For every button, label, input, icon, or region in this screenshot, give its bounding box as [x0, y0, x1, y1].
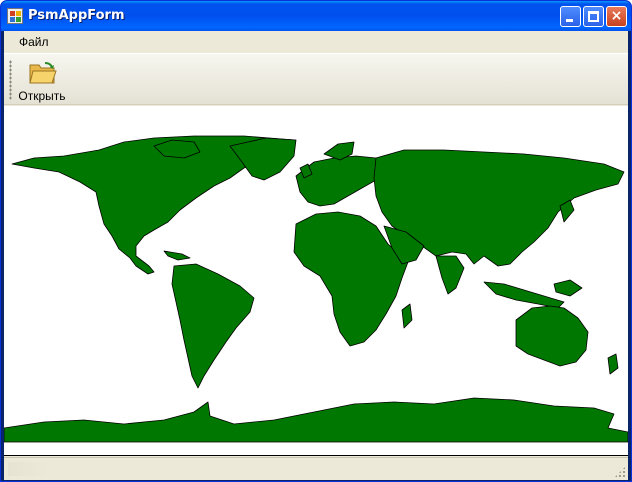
maximize-icon [588, 11, 599, 22]
map-canvas[interactable] [4, 106, 628, 456]
landmass-caribbean [163, 250, 191, 261]
app-window: PsmAppForm × Файл Открыть [0, 0, 632, 482]
tool-strip: Открыть [4, 53, 628, 105]
continent-australia [515, 305, 589, 367]
window-title: PsmAppForm [28, 8, 125, 23]
close-button[interactable]: × [606, 6, 627, 27]
continent-antarctica [4, 397, 628, 443]
folder-open-icon [29, 62, 57, 84]
menu-item-file[interactable]: Файл [13, 35, 55, 49]
close-icon: × [610, 8, 623, 24]
minimize-icon [566, 19, 573, 22]
landmass-new-guinea [553, 279, 583, 297]
landmass-india [435, 255, 465, 295]
resize-grip-icon[interactable] [614, 466, 626, 478]
client-area: Файл Открыть [4, 31, 628, 480]
app-icon[interactable] [7, 8, 23, 24]
maximize-button[interactable] [583, 6, 604, 27]
title-bar[interactable]: PsmAppForm × [1, 1, 631, 31]
continent-south-america [171, 263, 255, 389]
landmass-greenland [229, 137, 297, 181]
status-label [8, 462, 48, 476]
status-bar [4, 457, 628, 480]
landmass-madagascar [401, 303, 413, 329]
toolstrip-grip[interactable] [9, 60, 12, 100]
open-button[interactable]: Открыть [16, 57, 68, 103]
open-button-label: Открыть [18, 89, 66, 103]
world-map [4, 135, 628, 443]
menu-bar: Файл [4, 31, 628, 53]
continent-europe [295, 155, 385, 207]
minimize-button[interactable] [560, 6, 581, 27]
landmass-new-zealand [607, 353, 619, 375]
landmass-indonesia [483, 281, 565, 309]
